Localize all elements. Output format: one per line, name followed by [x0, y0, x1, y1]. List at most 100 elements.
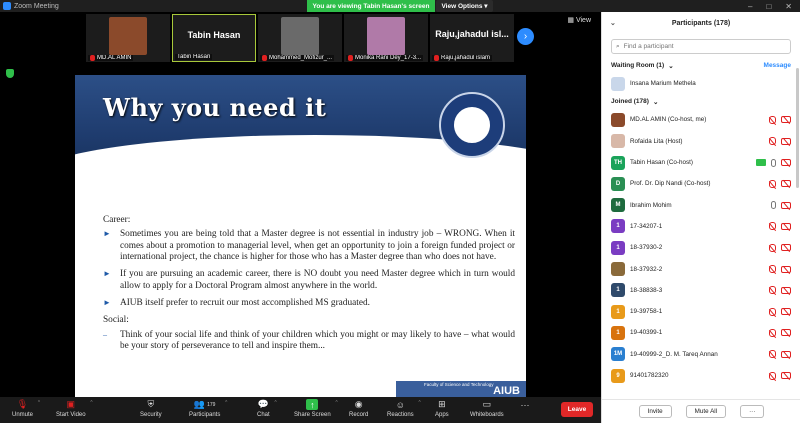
avatar: TH	[611, 155, 625, 170]
camera-off-icon	[781, 265, 791, 273]
participant-row[interactable]: 1 17-34207-1	[602, 216, 800, 237]
mute-all-button[interactable]: Mute All	[685, 405, 727, 418]
joined-header[interactable]: Joined (178) ⌄	[602, 94, 800, 109]
participant-row[interactable]: Rofaida Lita (Host)	[602, 131, 800, 152]
security-button[interactable]: ⛨ Security	[140, 399, 162, 418]
search-input[interactable]	[623, 43, 774, 50]
chat-button[interactable]: 💬 Chat ⌃	[257, 399, 278, 418]
next-page-arrow-icon[interactable]: ›	[517, 28, 534, 45]
whiteboards-label: Whiteboards	[470, 412, 504, 418]
chat-bubble-icon: 💬	[257, 399, 269, 409]
record-button[interactable]: ◉ Record	[349, 399, 368, 418]
close-icon[interactable]: ✕	[785, 2, 792, 11]
bullet-marker-icon: ►	[103, 269, 111, 279]
apps-grid-icon: ⊞	[438, 399, 446, 409]
participant-row[interactable]: 1 19-40399-1	[602, 322, 800, 343]
mic-muted-icon	[90, 55, 95, 61]
mic-off-icon	[769, 243, 776, 252]
video-tile[interactable]: Mohammed_Mofizur_...	[258, 14, 342, 62]
participant-row[interactable]: TH Tabin Hasan (Co-host)	[602, 152, 800, 173]
footer-brand: AIUB	[493, 385, 520, 397]
participant-search[interactable]: ⌕	[611, 39, 791, 54]
leave-button[interactable]: Leave	[561, 402, 593, 417]
participant-name: 19-40399-1	[630, 329, 663, 337]
apps-label: Apps	[435, 412, 449, 418]
window-title: Zoom Meeting	[14, 2, 59, 10]
tile-name-label: Monika Rani Dey_17-3...	[346, 55, 424, 61]
participants-button[interactable]: 👥 179 Participants ⌃	[189, 399, 228, 418]
video-thumbnails: MD.AL AMIN Tabin Hasan Tabin Hasan Mohammed…	[86, 14, 514, 62]
participant-row[interactable]: 1 18-38838-3	[602, 280, 800, 301]
video-tile[interactable]: Raju,jahadul isl... Raju,jahadul islam	[430, 14, 514, 62]
video-off-icon: ▣	[66, 399, 76, 409]
share-caret-icon[interactable]: ⌃	[335, 400, 339, 406]
participants-count: 179	[207, 401, 216, 408]
reactions-caret-icon[interactable]: ⌃	[417, 400, 421, 406]
participant-row[interactable]: 18-37932-2	[602, 258, 800, 279]
camera-off-icon	[781, 201, 791, 209]
share-screen-button[interactable]: ↑ Share Screen ⌃	[294, 399, 339, 418]
participant-status	[769, 307, 791, 316]
camera-off-icon	[781, 159, 791, 167]
start-video-label: Start Video	[56, 412, 86, 418]
chat-caret-icon[interactable]: ⌃	[273, 400, 277, 406]
view-button[interactable]: ▦ View	[567, 16, 591, 24]
shared-slide: Why you need it Career: ► Sometimes you a…	[75, 75, 526, 397]
career-bullets: ► Sometimes you are being told that a Mas…	[103, 229, 515, 309]
participant-status	[769, 179, 791, 188]
waiting-chevron-icon: ⌄	[668, 62, 674, 70]
more-options-button[interactable]: ···	[740, 405, 765, 418]
zoom-window: Zoom Meeting – □ ✕ You are viewing Tabin…	[0, 0, 800, 423]
whiteboards-button[interactable]: ▭ Whiteboards	[470, 399, 504, 418]
minimize-icon[interactable]: –	[748, 2, 752, 11]
camera-off-icon	[781, 180, 791, 188]
mic-on-icon	[771, 158, 776, 167]
camera-off-icon	[781, 308, 791, 316]
mic-muted-icon	[434, 55, 439, 61]
participant-row[interactable]: MD.AL AMIN (Co-host, me)	[602, 109, 800, 130]
meeting-area: ▦ View MD.AL AMIN Tabin Hasan Tabin Hasan M…	[0, 12, 601, 397]
waiting-list: Insana Marium Methela	[602, 73, 800, 94]
unmute-button[interactable]: 🎙 Unmute ⌃	[12, 399, 41, 418]
participant-row[interactable]: 1 19-39758-1	[602, 301, 800, 322]
panel-scrollbar[interactable]	[796, 68, 799, 188]
view-options-button[interactable]: View Options ▾	[436, 0, 493, 12]
participant-row[interactable]: Insana Marium Methela	[602, 73, 800, 94]
participant-row[interactable]: 9 91401782320	[602, 365, 800, 386]
invite-button[interactable]: Invite	[638, 405, 672, 418]
participant-row[interactable]: 1 18-37930-2	[602, 237, 800, 258]
audio-options-caret-icon[interactable]: ⌃	[37, 400, 41, 406]
participant-status	[769, 243, 791, 252]
encryption-shield-icon	[6, 69, 14, 78]
reactions-button[interactable]: ☺ Reactions ⌃	[387, 399, 422, 419]
panel-header: ⌄ Participants (178)	[602, 12, 800, 34]
video-options-caret-icon[interactable]: ⌃	[89, 400, 93, 406]
maximize-icon[interactable]: □	[766, 2, 771, 11]
participant-name: 18-38838-3	[630, 286, 663, 294]
participant-name: Ibrahim Mohim	[630, 201, 672, 209]
start-video-button[interactable]: ▣ Start Video ⌃	[56, 399, 94, 418]
participant-row[interactable]: D Prof. Dr. Dip Nandi (Co-host)	[602, 173, 800, 194]
share-screen-icon: ↑	[306, 399, 319, 410]
share-screen-label: Share Screen	[294, 412, 331, 418]
avatar: 1	[611, 325, 625, 340]
waiting-room-header[interactable]: Waiting Room (1) ⌄ Message	[602, 58, 800, 73]
avatar	[611, 134, 625, 149]
participant-name: 19-39758-1	[630, 308, 663, 316]
bullet-marker-icon: ►	[103, 297, 111, 307]
message-button[interactable]: Message	[764, 62, 791, 69]
more-button[interactable]: ···	[519, 399, 531, 412]
video-tile[interactable]: Monika Rani Dey_17-3...	[344, 14, 428, 62]
apps-button[interactable]: ⊞ Apps	[435, 399, 449, 418]
participant-row[interactable]: M Ibrahim Mohim	[602, 194, 800, 215]
mic-off-icon	[769, 328, 776, 337]
video-tile[interactable]: MD.AL AMIN	[86, 14, 170, 62]
participant-row[interactable]: 1M 19-40999-2_D. M. Tareq Annan	[602, 344, 800, 365]
collapse-chevron-icon[interactable]: ⌄	[610, 19, 616, 27]
participant-status	[769, 222, 791, 231]
video-tile[interactable]: Tabin Hasan Tabin Hasan	[172, 14, 256, 62]
participant-name: MD.AL AMIN (Co-host, me)	[630, 116, 707, 124]
participants-caret-icon[interactable]: ⌃	[224, 400, 228, 406]
slide-footer: Faculty of Science and Technology AIUB	[396, 381, 526, 397]
joined-label: Joined (178)	[611, 98, 649, 106]
